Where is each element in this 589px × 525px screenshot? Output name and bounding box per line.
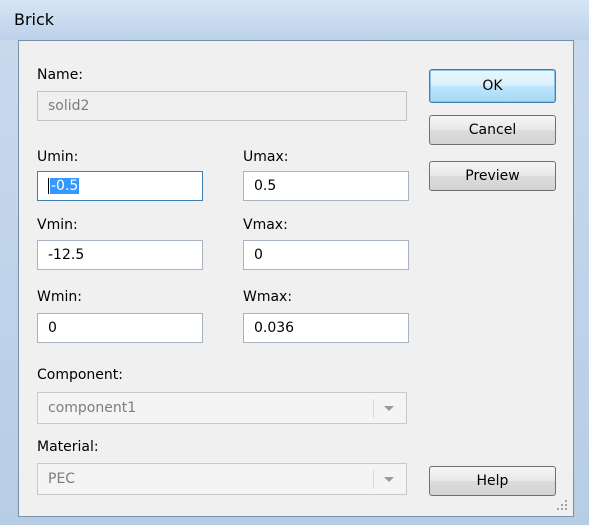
component-label: Component: xyxy=(37,367,123,383)
dialog-window: Brick Name: solid2 Umin: -0.5 Umax: 0.5 … xyxy=(0,0,589,525)
title-bar[interactable]: Brick xyxy=(0,0,589,40)
component-dropdown-button[interactable] xyxy=(374,393,406,423)
resize-grip-icon[interactable] xyxy=(555,498,569,512)
wmax-field[interactable]: 0.036 xyxy=(243,313,409,343)
cancel-button[interactable]: Cancel xyxy=(429,115,556,145)
umin-field[interactable]: -0.5 xyxy=(37,171,203,201)
help-button[interactable]: Help xyxy=(429,466,556,496)
umin-selected-text: -0.5 xyxy=(50,178,80,194)
wmin-field[interactable]: 0 xyxy=(37,313,203,343)
window-title: Brick xyxy=(14,10,55,29)
name-label: Name: xyxy=(37,67,84,83)
ok-button[interactable]: OK xyxy=(429,69,556,103)
chevron-down-icon xyxy=(384,406,394,411)
component-select-value: component1 xyxy=(48,400,137,416)
wmax-label: Wmax: xyxy=(243,289,293,305)
vmax-label: Vmax: xyxy=(243,217,288,233)
material-select[interactable]: PEC xyxy=(37,463,407,495)
chevron-down-icon xyxy=(384,477,394,482)
name-field[interactable]: solid2 xyxy=(37,91,407,121)
umax-field[interactable]: 0.5 xyxy=(243,171,409,201)
material-select-value: PEC xyxy=(48,471,76,487)
wmin-label: Wmin: xyxy=(37,289,82,305)
text-caret xyxy=(48,178,49,194)
umax-label: Umax: xyxy=(243,149,289,165)
dialog-client-area: Name: solid2 Umin: -0.5 Umax: 0.5 Vmin: … xyxy=(18,40,574,517)
material-dropdown-button[interactable] xyxy=(374,464,406,494)
vmin-label: Vmin: xyxy=(37,217,78,233)
material-label: Material: xyxy=(37,439,99,455)
vmax-field[interactable]: 0 xyxy=(243,240,409,270)
component-select[interactable]: component1 xyxy=(37,392,407,424)
umin-label: Umin: xyxy=(37,149,79,165)
vmin-field[interactable]: -12.5 xyxy=(37,240,203,270)
preview-button[interactable]: Preview xyxy=(429,161,556,191)
